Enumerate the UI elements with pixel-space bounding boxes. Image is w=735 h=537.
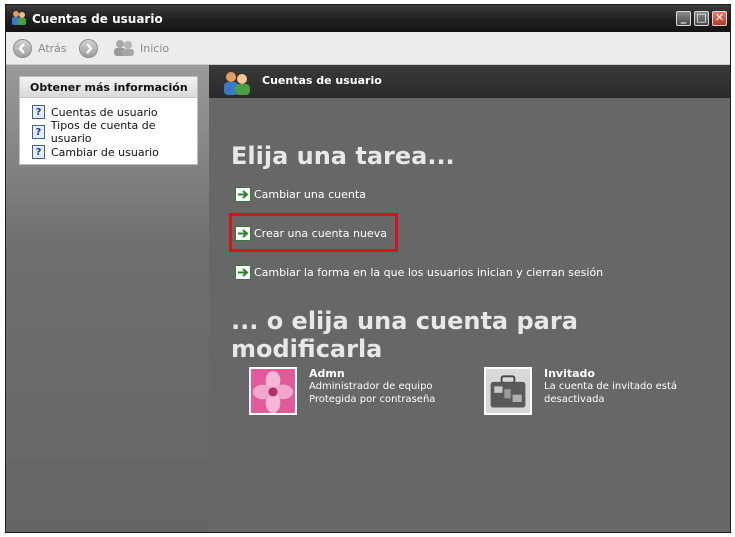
task-heading: Elija una tarea... xyxy=(231,142,455,170)
more-info-title: Obtener más información xyxy=(20,77,197,98)
green-arrow-icon xyxy=(235,264,251,280)
task-create-account[interactable]: Crear una cuenta nueva xyxy=(235,225,387,241)
main-header: Cuentas de usuario xyxy=(209,65,730,98)
home-label: Inicio xyxy=(140,41,170,55)
account-invitado[interactable]: Invitado La cuenta de invitado está desa… xyxy=(484,367,677,415)
more-info-panel: Obtener más información ? Cuentas de usu… xyxy=(19,76,198,165)
help-icon: ? xyxy=(32,105,45,119)
user-accounts-icon xyxy=(12,11,26,25)
main-content: Elija una tarea... Cambiar una cuenta Cr… xyxy=(209,98,730,532)
flower-picture xyxy=(249,367,297,415)
account-name: Admn xyxy=(309,367,345,380)
navigation-toolbar: Atrás Inicio xyxy=(6,32,730,65)
green-arrow-icon xyxy=(235,186,251,202)
task-label: Cambiar la forma en la que los usuarios … xyxy=(254,265,604,279)
minimize-icon: _ xyxy=(680,11,687,24)
close-button[interactable]: ✕ xyxy=(712,11,727,26)
user-accounts-window: Cuentas de usuario _ □ ✕ Atrás Inicio Ob… xyxy=(5,4,731,533)
account-detail: desactivada xyxy=(544,394,605,405)
sidebar-item-user-accounts[interactable]: ? Cuentas de usuario xyxy=(32,104,158,120)
account-admn[interactable]: Admn Administrador de equipo Protegida p… xyxy=(249,367,435,415)
account-heading: ... o elija una cuenta para modificarla xyxy=(231,307,578,363)
window-title: Cuentas de usuario xyxy=(32,12,163,26)
forward-arrow-icon xyxy=(79,38,98,58)
user-accounts-icon xyxy=(224,72,250,95)
forward-button[interactable] xyxy=(79,38,98,58)
account-detail: La cuenta de invitado está xyxy=(544,381,678,392)
suitcase-picture xyxy=(484,367,532,415)
account-detail: Administrador de equipo xyxy=(309,381,433,392)
home-button[interactable]: Inicio xyxy=(113,38,169,58)
maximize-icon: □ xyxy=(696,11,707,24)
sidebar-item-label: Cambiar de usuario xyxy=(51,145,159,159)
account-detail: Protegida por contraseña xyxy=(309,394,436,405)
sidebar-item-label: Cuentas de usuario xyxy=(51,105,158,119)
sidebar-item-account-types[interactable]: ? Tipos de cuenta de usuario xyxy=(32,119,197,145)
title-bar[interactable]: Cuentas de usuario _ □ ✕ xyxy=(6,5,730,32)
help-icon: ? xyxy=(32,125,45,139)
minimize-button[interactable]: _ xyxy=(676,11,691,26)
main-header-title: Cuentas de usuario xyxy=(262,74,382,87)
maximize-button[interactable]: □ xyxy=(694,11,709,26)
users-home-icon xyxy=(114,40,134,56)
account-name: Invitado xyxy=(544,367,595,380)
back-button[interactable]: Atrás xyxy=(13,38,67,58)
back-label: Atrás xyxy=(38,41,67,55)
task-change-account[interactable]: Cambiar una cuenta xyxy=(235,186,366,202)
task-label: Cambiar una cuenta xyxy=(254,187,366,201)
sidebar-item-switch-user[interactable]: ? Cambiar de usuario xyxy=(32,144,159,160)
left-task-pane: Obtener más información ? Cuentas de usu… xyxy=(6,65,209,532)
back-arrow-icon xyxy=(13,38,32,58)
sidebar-item-label: Tipos de cuenta de usuario xyxy=(50,119,156,145)
green-arrow-icon xyxy=(235,225,251,241)
task-label: Crear una cuenta nueva xyxy=(254,226,387,240)
close-icon: ✕ xyxy=(714,11,725,24)
help-icon: ? xyxy=(32,145,45,159)
task-change-logon[interactable]: Cambiar la forma en la que los usuarios … xyxy=(235,264,603,280)
